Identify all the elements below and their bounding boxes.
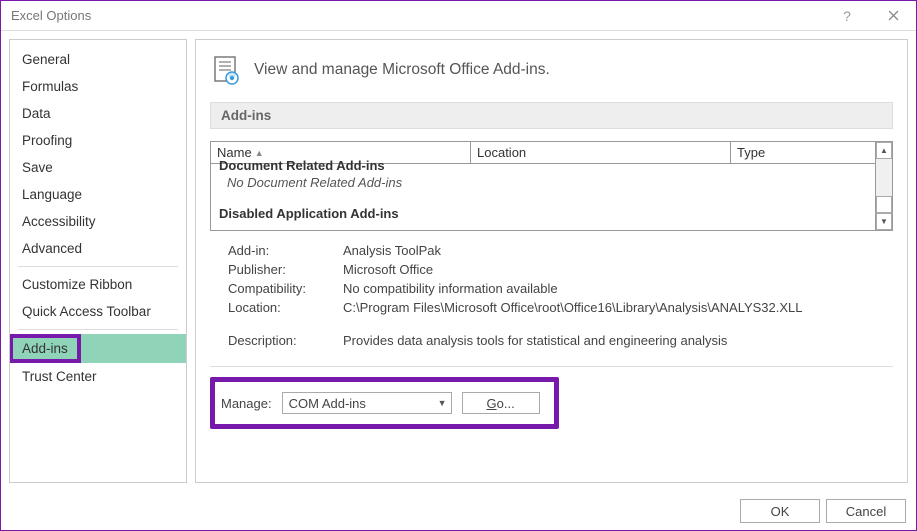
ok-button[interactable]: OK <box>740 499 820 523</box>
manage-select-value: COM Add-ins <box>289 396 366 411</box>
sidebar-divider <box>18 266 178 267</box>
label-compat: Compatibility: <box>228 281 343 296</box>
value-location: C:\Program Files\Microsoft Office\root\O… <box>343 300 889 315</box>
addins-table: Name ▲ Location Type Document Related Ad… <box>210 141 893 231</box>
value-compat: No compatibility information available <box>343 281 889 296</box>
value-addin: Analysis ToolPak <box>343 243 889 258</box>
label-description: Description: <box>228 333 343 348</box>
sidebar-item-trust-center[interactable]: Trust Center <box>10 363 186 390</box>
window-title: Excel Options <box>11 8 824 23</box>
sidebar-item-data[interactable]: Data <box>10 100 186 127</box>
page-heading: View and manage Microsoft Office Add-ins… <box>210 54 893 86</box>
scrollbar[interactable]: ▲ ▼ <box>875 142 892 230</box>
sidebar-item-advanced[interactable]: Advanced <box>10 235 186 262</box>
sidebar-item-customize-ribbon[interactable]: Customize Ribbon <box>10 271 186 298</box>
value-publisher: Microsoft Office <box>343 262 889 277</box>
sidebar-item-add-ins[interactable]: Add-ins <box>10 334 186 363</box>
sidebar-item-save[interactable]: Save <box>10 154 186 181</box>
sidebar-item-proofing[interactable]: Proofing <box>10 127 186 154</box>
go-button[interactable]: Go... <box>462 392 540 414</box>
cancel-button[interactable]: Cancel <box>826 499 906 523</box>
sidebar: General Formulas Data Proofing Save Lang… <box>9 39 187 483</box>
sidebar-item-quick-access-toolbar[interactable]: Quick Access Toolbar <box>10 298 186 325</box>
highlight-marker-manage: Manage: COM Add-ins ▼ Go... <box>210 377 559 429</box>
main-panel: View and manage Microsoft Office Add-ins… <box>195 39 908 483</box>
close-icon <box>888 10 899 21</box>
chevron-down-icon: ▼ <box>438 398 447 408</box>
sidebar-item-general[interactable]: General <box>10 46 186 73</box>
label-addin: Add-in: <box>228 243 343 258</box>
manage-label: Manage: <box>221 396 272 411</box>
go-rest: o... <box>497 396 515 411</box>
heading-text: View and manage Microsoft Office Add-ins… <box>254 61 550 79</box>
sort-asc-icon: ▲ <box>255 148 264 158</box>
go-accel: G <box>486 396 496 411</box>
addin-details: Add-in: Analysis ToolPak Publisher: Micr… <box>228 241 889 350</box>
group-document-related: Document Related Add-ins <box>219 158 867 173</box>
addins-icon <box>210 54 242 86</box>
manage-select[interactable]: COM Add-ins ▼ <box>282 392 452 414</box>
help-button[interactable]: ? <box>824 1 870 31</box>
highlight-marker: Add-ins <box>9 334 81 363</box>
group-disabled: Disabled Application Add-ins <box>219 206 867 221</box>
divider <box>210 366 893 367</box>
scroll-down-icon[interactable]: ▼ <box>876 213 892 230</box>
scroll-up-icon[interactable]: ▲ <box>876 142 892 159</box>
label-location: Location: <box>228 300 343 315</box>
sidebar-item-accessibility[interactable]: Accessibility <box>10 208 186 235</box>
scroll-thumb[interactable] <box>876 196 892 213</box>
sidebar-divider <box>18 329 178 330</box>
close-button[interactable] <box>870 1 916 31</box>
value-description: Provides data analysis tools for statist… <box>343 333 889 348</box>
sidebar-item-language[interactable]: Language <box>10 181 186 208</box>
sidebar-item-formulas[interactable]: Formulas <box>10 73 186 100</box>
dialog-footer: OK Cancel <box>1 491 916 531</box>
section-header-addins: Add-ins <box>210 102 893 129</box>
titlebar: Excel Options ? <box>1 1 916 31</box>
manage-row: Manage: COM Add-ins ▼ Go... <box>210 377 893 429</box>
group-empty-row: No Document Related Add-ins <box>219 173 867 192</box>
label-publisher: Publisher: <box>228 262 343 277</box>
